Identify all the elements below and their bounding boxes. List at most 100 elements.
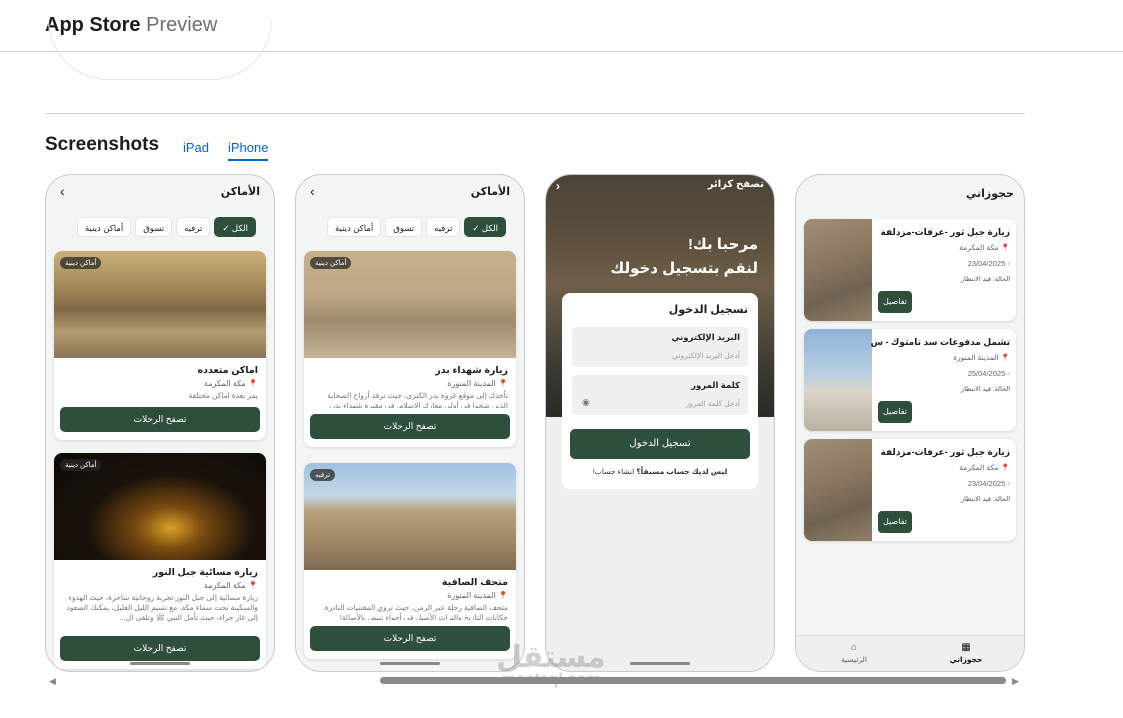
booking-image bbox=[804, 329, 872, 431]
screenshot-places-1[interactable]: ‹ الأماكن ✓ الكل ترفيه تسوق أماكن دينية … bbox=[45, 174, 275, 672]
booking-image bbox=[804, 219, 872, 321]
welcome-line-2: لنقم بتسجيل دخولك bbox=[610, 260, 758, 277]
chip-all-label: الكل bbox=[481, 223, 498, 233]
place-location: 📍 المدينة المنورة bbox=[447, 591, 508, 600]
login-form-title: تسجيل الدخول bbox=[668, 304, 748, 316]
places-title: الأماكن bbox=[470, 186, 510, 198]
login-form: تسجيل الدخول البريد الإلكتروني أدخل البر… bbox=[562, 293, 758, 489]
chip-entertainment[interactable]: ترفيه bbox=[426, 217, 461, 237]
places-header: ‹ الأماكن bbox=[308, 183, 512, 203]
place-card: أماكن دينية زيارة مسائية جبل النور 📍 مكة… bbox=[54, 453, 266, 669]
nav-item-home[interactable]: ⌂ الرئيسية bbox=[824, 642, 884, 664]
login-top-bar: تصفح كزائر ‹ bbox=[556, 179, 764, 193]
no-account-text: ليس لديك حساب مسبقاً؟ bbox=[636, 467, 728, 476]
place-description: يمر بعدة اماكن مختلفة bbox=[188, 391, 258, 400]
chip-religious[interactable]: أماكن دينية bbox=[77, 217, 132, 237]
category-chips: ✓ الكل ترفيه تسوق أماكن دينية bbox=[64, 217, 256, 237]
browse-trips-button[interactable]: تصفح الرحلات bbox=[310, 414, 510, 439]
category-badge: أماكن دينية bbox=[60, 459, 102, 471]
chip-religious[interactable]: أماكن دينية bbox=[327, 217, 382, 237]
nav-bookings-label: حجوزاتي bbox=[949, 655, 983, 664]
browse-trips-button[interactable]: تصفح الرحلات bbox=[60, 406, 260, 432]
scroll-right-arrow-icon[interactable]: ▶ bbox=[1012, 676, 1019, 687]
bookings-title: حجوزاتي bbox=[965, 188, 1014, 200]
place-description: زيارة مسائية إلى جبل النور تجربة روحانية… bbox=[66, 593, 258, 622]
booking-date-text: 23/04/2025 bbox=[967, 479, 1006, 488]
details-button[interactable]: تفاصيل bbox=[878, 511, 912, 533]
booking-status: الحالة: قيد الانتظار bbox=[960, 496, 1010, 503]
category-chips: ✓ الكل ترفيه تسوق أماكن دينية bbox=[314, 217, 506, 237]
booking-location-text: مكة المكرمة bbox=[959, 463, 999, 472]
home-indicator bbox=[380, 662, 440, 665]
booking-title: زيارة جبل ثور -عرفات-مزدلفة bbox=[880, 227, 1011, 237]
place-title: اماكن متعدده bbox=[197, 365, 258, 376]
back-chevron-icon[interactable]: ‹ bbox=[310, 183, 315, 199]
place-card: أماكن دينية اماكن متعدده 📍 مكة المكرمة ي… bbox=[54, 251, 266, 440]
screenshots-title: Screenshots bbox=[45, 134, 160, 155]
booking-image bbox=[804, 439, 872, 541]
place-card: أماكن دينية زيارة شهداء بدر 📍 المدينة ال… bbox=[304, 251, 516, 447]
screenshot-bookings[interactable]: حجوزاتي زيارة جبل ثور -عرفات-مزدلفة 📍 مك… bbox=[795, 174, 1025, 672]
screenshot-places-2[interactable]: ‹ الأماكن ✓ الكل ترفيه تسوق أماكن دينية … bbox=[295, 174, 525, 672]
booking-card: زيارة جبل ثور -عرفات-مزدلفة 📍 مكة المكرم… bbox=[804, 439, 1016, 541]
booking-title: زيارة جبل ثور -عرفات-مزدلفة bbox=[880, 447, 1011, 457]
screenshot-login[interactable]: تصفح كزائر ‹ مرحبا بك! لنقم بتسجيل دخولك… bbox=[545, 174, 775, 672]
app-icon-outline bbox=[48, 20, 272, 80]
eye-off-icon[interactable]: ◉ bbox=[582, 397, 590, 408]
booking-location: 📍 مكة المكرمة bbox=[959, 463, 1010, 472]
details-button[interactable]: تفاصيل bbox=[878, 291, 912, 313]
create-account-link[interactable]: انشاء حساب! bbox=[593, 467, 635, 476]
place-location-text: المدينة المنورة bbox=[447, 379, 496, 388]
place-location: 📍 المدينة المنورة bbox=[447, 379, 508, 388]
place-location-text: مكة المكرمة bbox=[203, 581, 246, 590]
booking-location-text: المدينة المنورة bbox=[953, 353, 999, 362]
place-card: ترفيه متحف الصافية 📍 المدينة المنورة متح… bbox=[304, 463, 516, 659]
email-field[interactable]: البريد الإلكتروني أدخل البريد الإلكتروني bbox=[572, 327, 748, 367]
bottom-nav: ▦ حجوزاتي ⌂ الرئيسية bbox=[796, 635, 1024, 671]
home-icon: ⌂ bbox=[850, 642, 858, 653]
email-label: البريد الإلكتروني bbox=[671, 332, 740, 342]
place-title: زيارة مسائية جبل النور bbox=[152, 567, 258, 578]
place-location-text: المدينة المنورة bbox=[447, 591, 496, 600]
places-header: ‹ الأماكن bbox=[58, 183, 262, 203]
booking-card: زيارة جبل ثور -عرفات-مزدلفة 📍 مكة المكرم… bbox=[804, 219, 1016, 321]
scrollbar-thumb[interactable] bbox=[380, 677, 1006, 684]
browse-as-visitor-link[interactable]: تصفح كزائر bbox=[708, 179, 764, 190]
booking-location: 📍 مكة المكرمة bbox=[959, 243, 1010, 252]
booking-location: 📍 المدينة المنورة bbox=[953, 353, 1010, 362]
back-chevron-icon[interactable]: ‹ bbox=[60, 183, 65, 199]
section-divider bbox=[45, 113, 1025, 114]
chip-all[interactable]: ✓ الكل bbox=[464, 217, 506, 237]
horizontal-scrollbar[interactable]: ◀ ▶ bbox=[45, 674, 1023, 686]
place-image: أماكن دينية bbox=[54, 453, 266, 560]
chip-all[interactable]: ✓ الكل bbox=[214, 217, 256, 237]
place-image: أماكن دينية bbox=[54, 251, 266, 358]
booking-location-text: مكة المكرمة bbox=[959, 243, 999, 252]
welcome-line-1: مرحبا بك! bbox=[688, 236, 758, 253]
welcome-text: مرحبا بك! لنقم بتسجيل دخولك bbox=[610, 233, 758, 281]
chip-shopping[interactable]: تسوق bbox=[385, 217, 423, 237]
place-location: 📍 مكة المكرمة bbox=[203, 379, 258, 388]
booking-status: الحالة: قيد الانتظار bbox=[960, 276, 1010, 283]
browse-trips-button[interactable]: تصفح الرحلات bbox=[60, 636, 260, 661]
password-field[interactable]: كلمة المرور أدخل كلمة المرور ◉ bbox=[572, 375, 748, 415]
browse-trips-button[interactable]: تصفح الرحلات bbox=[310, 626, 510, 651]
booking-status: الحالة: قيد الانتظار bbox=[960, 386, 1010, 393]
tab-ipad[interactable]: iPad bbox=[183, 140, 209, 155]
booking-date: ▫ 23/04/2025 bbox=[967, 479, 1010, 488]
details-button[interactable]: تفاصيل bbox=[878, 401, 912, 423]
place-location: 📍 مكة المكرمة bbox=[203, 581, 258, 590]
category-badge: أماكن دينية bbox=[60, 257, 102, 269]
watermark-arabic: مستقل bbox=[496, 641, 606, 674]
chip-shopping[interactable]: تسوق bbox=[135, 217, 173, 237]
chip-entertainment[interactable]: ترفيه bbox=[176, 217, 211, 237]
chip-all-label: الكل bbox=[231, 223, 248, 233]
chevron-left-icon[interactable]: ‹ bbox=[556, 179, 560, 193]
place-image: أماكن دينية bbox=[304, 251, 516, 358]
tab-iphone[interactable]: iPhone bbox=[228, 140, 269, 161]
booking-card: تشمل مدفوعات سد تامتوك - س... 📍 المدينة … bbox=[804, 329, 1016, 431]
scroll-left-arrow-icon[interactable]: ◀ bbox=[49, 676, 56, 687]
login-button[interactable]: تسجيل الدخول bbox=[570, 429, 750, 459]
nav-item-bookings[interactable]: ▦ حجوزاتي bbox=[936, 642, 996, 664]
booking-date: ▫ 23/04/2025 bbox=[967, 259, 1010, 268]
